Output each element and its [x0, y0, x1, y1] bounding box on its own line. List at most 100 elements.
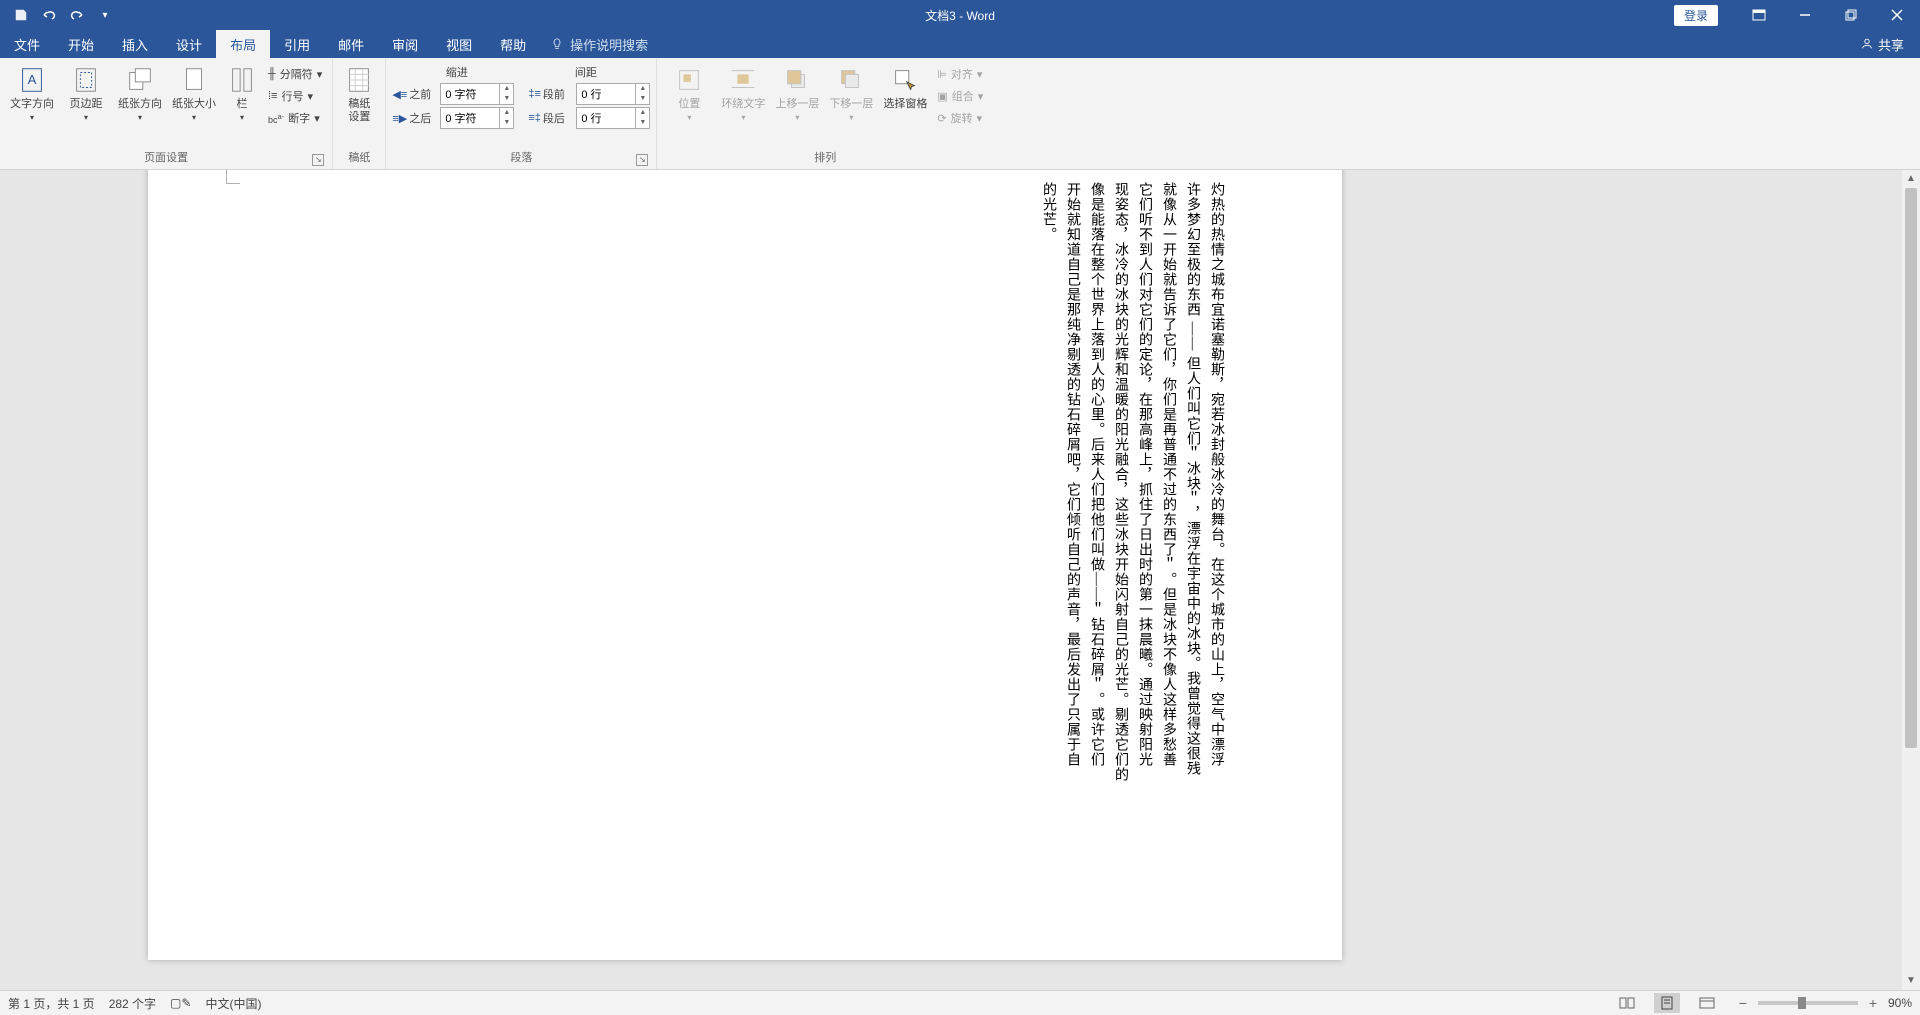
document-area: 灼热的热情之城布宜诺塞勒斯，宛若冰封般冰冷的舞台。在这个城市的山上，空气中漂浮许…: [0, 170, 1920, 990]
text-direction-button[interactable]: A 文字方向▾: [6, 62, 58, 124]
tab-design[interactable]: 设计: [162, 30, 216, 58]
size-button[interactable]: 纸张大小▾: [168, 62, 220, 124]
group-arrange: 位置▾ 环绕文字▾ 上移一层▾ 下移一层▾ 选择窗格 ⊫对齐 ▾ ▣组合 ▾: [657, 58, 993, 169]
line-numbers-button[interactable]: ⁞≡行号 ▾: [264, 86, 326, 106]
indent-before-label: ◀≡之前: [392, 86, 436, 102]
document-text-line[interactable]: 灼热的热情之城布宜诺塞勒斯，宛若冰封般冰冷的舞台。在这个城市的山上，空气中漂浮: [1204, 182, 1228, 767]
text-direction-icon: A: [17, 65, 47, 95]
indent-before-down[interactable]: ▼: [499, 94, 513, 104]
space-after-up[interactable]: ▲: [635, 108, 649, 118]
space-before-up[interactable]: ▲: [635, 84, 649, 94]
tell-me-search[interactable]: 操作说明搜索: [540, 30, 658, 58]
undo-icon: [41, 8, 57, 22]
tab-references[interactable]: 引用: [270, 30, 324, 58]
close-button[interactable]: [1874, 0, 1920, 30]
orientation-icon: [125, 65, 155, 95]
scroll-thumb[interactable]: [1905, 188, 1917, 748]
group-label-draft: 稿纸: [339, 147, 379, 169]
group-paragraph: 缩进 间距 ◀≡之前 ▲▼ ‡≡段前 ▲▼ ≡▶之后: [386, 58, 657, 169]
draft-icon: [345, 65, 373, 95]
status-page[interactable]: 第 1 页，共 1 页: [8, 995, 95, 1012]
document-text-line[interactable]: 像是能落在整个世界上落到人的心里。后来人们把他们叫做——＂钻石碎屑＂。或许它们: [1084, 182, 1108, 767]
status-proofing-icon[interactable]: ▢✎: [170, 996, 191, 1010]
document-text-line[interactable]: 的光芒。: [1036, 182, 1060, 242]
indent-after-spinner[interactable]: ▲▼: [440, 107, 514, 129]
read-mode-button[interactable]: [1614, 993, 1640, 1013]
indent-header: 缩进: [392, 64, 521, 80]
paragraph-dialog-launcher[interactable]: ↘: [636, 154, 648, 166]
orientation-button[interactable]: 纸张方向▾: [114, 62, 166, 124]
tab-view[interactable]: 视图: [432, 30, 486, 58]
space-before-input[interactable]: [577, 88, 635, 100]
document-text-line[interactable]: 开始就知道自己是那纯净剔透的钻石碎屑吧，它们倾听自己的声音，最后发出了只属于自: [1060, 182, 1084, 767]
line-numbers-icon: ⁞≡: [268, 90, 277, 102]
breaks-button[interactable]: ╫分隔符 ▾: [264, 64, 326, 84]
position-button: 位置▾: [663, 62, 715, 124]
margins-button[interactable]: 页边距▾: [60, 62, 112, 124]
ribbon: A 文字方向▾ 页边距▾ 纸张方向▾ 纸张大小▾ 栏▾ ╫分隔符 ▾ ⁞≡行: [0, 58, 1920, 170]
indent-after-up[interactable]: ▲: [499, 108, 513, 118]
status-language[interactable]: 中文(中国): [205, 995, 261, 1012]
status-bar: 第 1 页，共 1 页 282 个字 ▢✎ 中文(中国) − + 90%: [0, 990, 1920, 1015]
print-layout-button[interactable]: [1654, 993, 1680, 1013]
zoom-out-button[interactable]: −: [1734, 995, 1752, 1011]
undo-button[interactable]: [36, 2, 62, 28]
tab-review[interactable]: 审阅: [378, 30, 432, 58]
space-before-down[interactable]: ▼: [635, 94, 649, 104]
zoom-level[interactable]: 90%: [1888, 996, 1912, 1010]
document-text-line[interactable]: 它们听不到人们对它们的定论，在那高峰上，抓住了日出时的第一抹晨曦。通过映射阳光: [1132, 182, 1156, 767]
indent-before-spinner[interactable]: ▲▼: [440, 83, 514, 105]
scroll-down-button[interactable]: ▼: [1902, 972, 1920, 990]
vertical-scrollbar[interactable]: ▲ ▼: [1902, 170, 1920, 990]
bring-forward-button: 上移一层▾: [771, 62, 823, 124]
page-setup-dialog-launcher[interactable]: ↘: [312, 154, 324, 166]
document-page[interactable]: 灼热的热情之城布宜诺塞勒斯，宛若冰封般冰冷的舞台。在这个城市的山上，空气中漂浮许…: [148, 170, 1342, 960]
columns-button[interactable]: 栏▾: [222, 62, 262, 124]
scroll-up-button[interactable]: ▲: [1902, 170, 1920, 188]
maximize-button[interactable]: [1828, 0, 1874, 30]
minimize-button[interactable]: [1782, 0, 1828, 30]
web-layout-button[interactable]: [1694, 993, 1720, 1013]
spacing-header: 间距: [521, 64, 650, 80]
scroll-track[interactable]: [1902, 188, 1920, 972]
status-word-count[interactable]: 282 个字: [109, 995, 156, 1012]
space-after-spinner[interactable]: ▲▼: [576, 107, 650, 129]
quick-access-toolbar: ▾: [0, 2, 118, 28]
tab-insert[interactable]: 插入: [108, 30, 162, 58]
indent-after-down[interactable]: ▼: [499, 118, 513, 128]
ribbon-display-icon: [1752, 9, 1766, 21]
space-after-down[interactable]: ▼: [635, 118, 649, 128]
zoom-slider[interactable]: [1758, 1001, 1858, 1005]
page-margin-corner: [226, 170, 240, 184]
tab-mailings[interactable]: 邮件: [324, 30, 378, 58]
tab-help[interactable]: 帮助: [486, 30, 540, 58]
login-button[interactable]: 登录: [1674, 5, 1718, 26]
ribbon-display-button[interactable]: [1736, 0, 1782, 30]
tell-me-label: 操作说明搜索: [570, 35, 648, 54]
group-label-arrange: 排列: [663, 147, 987, 169]
save-button[interactable]: [8, 2, 34, 28]
qat-customize-button[interactable]: ▾: [92, 2, 118, 28]
hyphenation-button[interactable]: bca-断字 ▾: [264, 108, 326, 128]
zoom-in-button[interactable]: +: [1864, 995, 1882, 1011]
align-icon: ⊫: [937, 68, 947, 81]
document-text-line[interactable]: 现姿态，冰冷的冰块的光辉和温暖的阳光融合，这些冰块开始闪射自己的光芒。剔透它们的: [1108, 182, 1132, 782]
indent-before-input[interactable]: [441, 88, 499, 100]
zoom-slider-knob[interactable]: [1798, 997, 1806, 1009]
redo-button[interactable]: [64, 2, 90, 28]
svg-text:A: A: [28, 72, 37, 87]
indent-before-up[interactable]: ▲: [499, 84, 513, 94]
selection-pane-button[interactable]: 选择窗格: [879, 62, 931, 113]
space-after-input[interactable]: [577, 112, 635, 124]
tab-home[interactable]: 开始: [54, 30, 108, 58]
indent-after-input[interactable]: [441, 112, 499, 124]
space-before-spinner[interactable]: ▲▼: [576, 83, 650, 105]
print-layout-icon: [1659, 996, 1675, 1010]
tab-layout[interactable]: 布局: [216, 30, 270, 58]
redo-icon: [69, 8, 85, 22]
document-text-line[interactable]: 许多梦幻至极的东西 —— 但人们叫它们＂冰块＂，漂浮在宇宙中的冰块。我曾觉得这很…: [1180, 182, 1204, 776]
document-text-line[interactable]: 就像从一开始就告诉了它们，你们是再普通不过的东西了＂。但是冰块不像人这样多愁善: [1156, 182, 1180, 767]
tab-file[interactable]: 文件: [0, 30, 54, 58]
draft-settings-button[interactable]: 稿纸 设置: [339, 62, 379, 126]
share-button[interactable]: 共享: [1844, 30, 1920, 58]
